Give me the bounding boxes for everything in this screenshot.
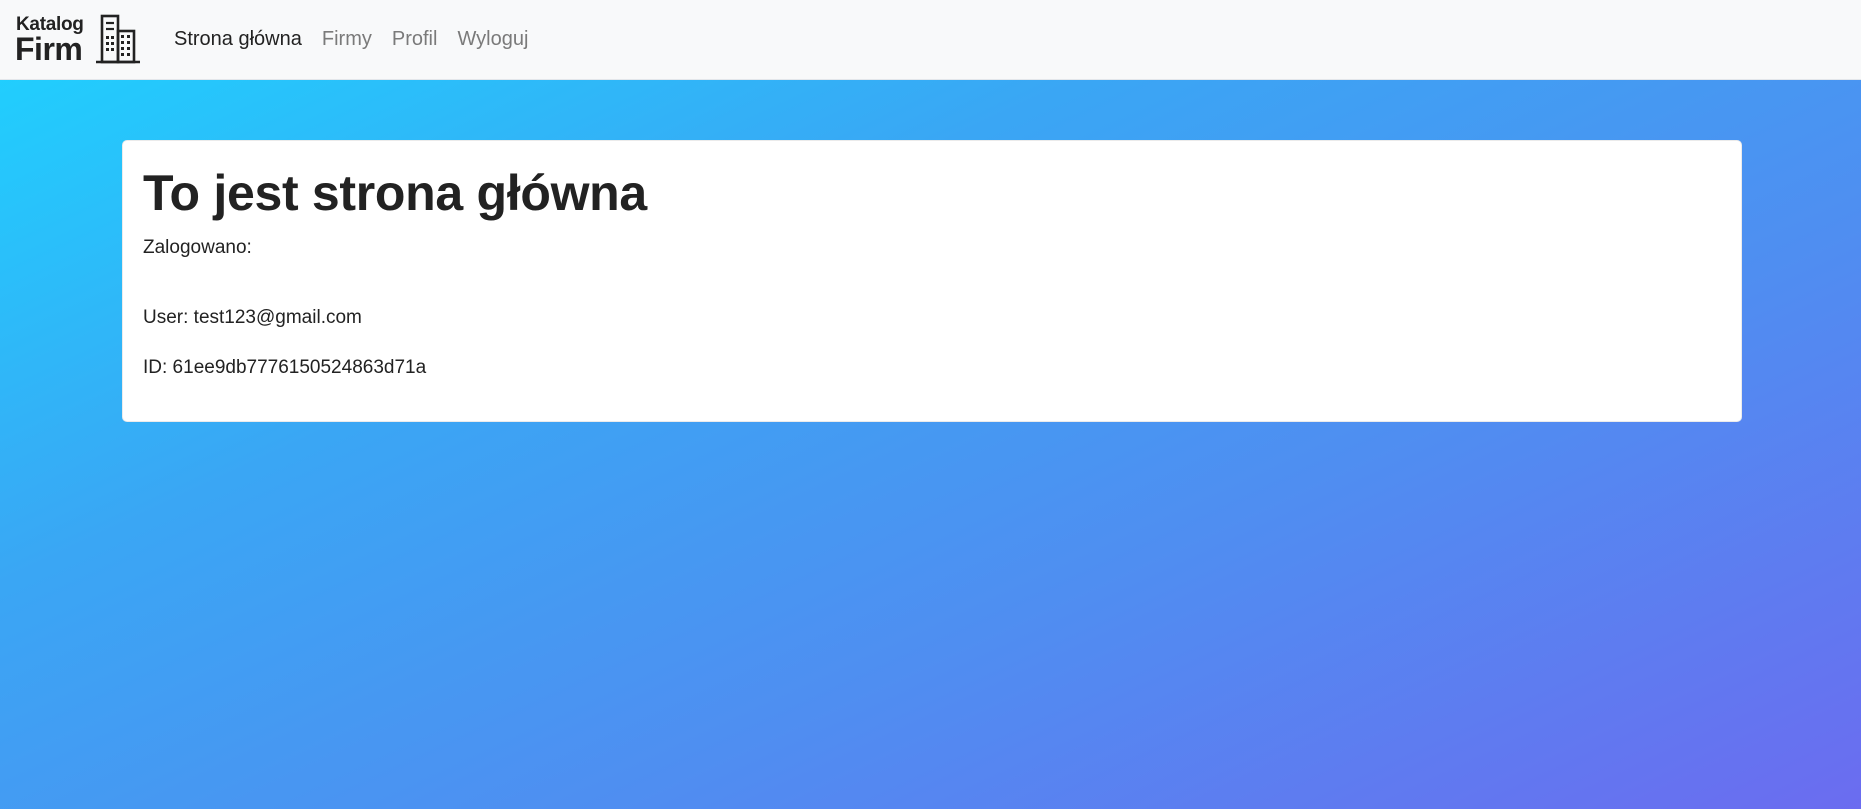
logged-in-label: Zalogowano: bbox=[143, 237, 252, 258]
nav-link-firms[interactable]: Firmy bbox=[322, 26, 372, 52]
nav-link-logout[interactable]: Wyloguj bbox=[457, 26, 528, 52]
brand-line-2: Firm bbox=[15, 31, 83, 67]
office-building-icon bbox=[96, 14, 140, 64]
nav-links: Strona główna Firmy Profil Wyloguj bbox=[174, 26, 528, 52]
nav-link-home[interactable]: Strona główna bbox=[174, 26, 302, 52]
main-card: To jest strona główna Zalogowano: User: … bbox=[122, 140, 1742, 422]
navbar: Katalog Firm Strona główna Firmy Profil … bbox=[0, 0, 1861, 80]
nav-link-profile[interactable]: Profil bbox=[392, 26, 438, 52]
page-title: To jest strona główna bbox=[143, 165, 647, 221]
user-id-text: ID: 61ee9db7776150524863d71a bbox=[143, 357, 427, 378]
user-email-text: User: test123@gmail.com bbox=[143, 307, 362, 328]
brand-logo[interactable]: Katalog Firm bbox=[15, 14, 140, 67]
